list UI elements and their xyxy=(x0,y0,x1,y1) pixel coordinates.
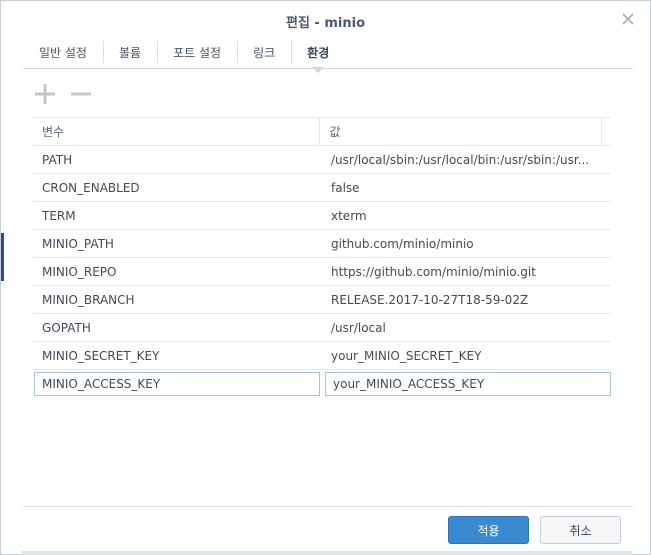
variable-cell: CRON_ENABLED xyxy=(33,174,322,201)
variable-value: RELEASE.2017-10-27T18-59-02Z xyxy=(331,292,529,307)
table-row[interactable]: MINIO_SECRET_KEY your_MINIO_SECRET_KEY xyxy=(33,342,611,370)
left-accent-bar xyxy=(1,233,4,281)
input-value: MINIO_ACCESS_KEY xyxy=(42,377,161,391)
variable-cell: MINIO_SECRET_KEY xyxy=(33,342,322,369)
table-row[interactable]: MINIO_BRANCH RELEASE.2017-10-27T18-59-02… xyxy=(33,286,611,314)
column-header-variable[interactable]: 변수 xyxy=(33,118,321,145)
button-label: 취소 xyxy=(569,523,592,538)
tab-label: 일반 설정 xyxy=(39,45,87,60)
variable-name: MINIO_REPO xyxy=(42,264,117,279)
value-cell: /usr/local/sbin:/usr/local/bin:/usr/sbin… xyxy=(322,146,611,173)
column-header-value[interactable]: 값 xyxy=(320,118,602,145)
table-row[interactable]: CRON_ENABLED false xyxy=(33,174,611,202)
tab-label: 포트 설정 xyxy=(173,45,222,60)
variable-value: https://github.com/minio/minio.git xyxy=(331,264,536,279)
value-cell: xterm xyxy=(322,202,611,229)
variable-value: /usr/local/sbin:/usr/local/bin:/usr/sbin… xyxy=(331,152,590,167)
variable-cell: GOPATH xyxy=(33,314,322,341)
tab-links[interactable]: 링크 xyxy=(237,37,291,67)
variable-cell: MINIO_PATH xyxy=(33,230,322,257)
tab-general-settings[interactable]: 일반 설정 xyxy=(23,37,103,67)
table-row[interactable]: TERM xterm xyxy=(33,202,611,230)
variable-value: your_MINIO_SECRET_KEY xyxy=(331,348,482,363)
variable-cell: MINIO_BRANCH xyxy=(33,286,322,313)
tab-environment[interactable]: 환경 xyxy=(291,37,345,73)
table-row[interactable]: PATH /usr/local/sbin:/usr/local/bin:/usr… xyxy=(33,146,611,174)
toolbar xyxy=(33,83,105,105)
apply-button[interactable]: 적용 xyxy=(448,516,529,544)
footer-divider xyxy=(23,506,633,507)
variable-cell: PATH xyxy=(33,146,322,173)
variable-value: false xyxy=(331,180,360,195)
title-bar: 편집 - minio xyxy=(1,1,650,37)
tab-volume[interactable]: 볼륨 xyxy=(102,37,157,67)
table-row[interactable]: MINIO_REPO https://github.com/minio/mini… xyxy=(33,258,611,286)
variable-name: CRON_ENABLED xyxy=(42,180,140,195)
variable-name: MINIO_BRANCH xyxy=(42,292,135,307)
value-cell: github.com/minio/minio xyxy=(322,230,611,257)
variable-name-input[interactable]: MINIO_ACCESS_KEY xyxy=(34,372,320,396)
variable-name: PATH xyxy=(42,152,73,167)
header-label: 값 xyxy=(329,125,341,139)
variable-value: xterm xyxy=(331,208,367,223)
value-cell: RELEASE.2017-10-27T18-59-02Z xyxy=(322,286,611,313)
variable-cell: MINIO_REPO xyxy=(33,258,322,285)
input-value: your_MINIO_ACCESS_KEY xyxy=(333,377,485,391)
variable-name: GOPATH xyxy=(42,320,91,335)
tab-label: 환경 xyxy=(307,45,330,60)
editing-row: MINIO_ACCESS_KEY your_MINIO_ACCESS_KEY xyxy=(33,370,611,398)
value-cell: https://github.com/minio/minio.git xyxy=(322,258,611,285)
table-header: 변수 값 xyxy=(33,118,611,146)
minus-icon[interactable] xyxy=(69,83,93,105)
plus-icon[interactable] xyxy=(33,83,57,105)
table-row[interactable]: GOPATH /usr/local xyxy=(33,314,611,342)
column-header-filler xyxy=(602,118,611,145)
variable-name: TERM xyxy=(42,208,76,223)
button-label: 적용 xyxy=(477,523,500,538)
edit-dialog: 편집 - minio 일반 설정 볼륨 포트 설정 링크 환경 변수 값 PAT… xyxy=(0,0,651,555)
value-cell: /usr/local xyxy=(322,314,611,341)
tab-bar: 일반 설정 볼륨 포트 설정 링크 환경 xyxy=(23,37,345,73)
value-cell: your_MINIO_SECRET_KEY xyxy=(322,342,611,369)
close-icon[interactable] xyxy=(620,11,636,27)
environment-table: 변수 값 PATH /usr/local/sbin:/usr/local/bin… xyxy=(33,117,611,398)
variable-value-input[interactable]: your_MINIO_ACCESS_KEY xyxy=(325,372,611,396)
variable-name: MINIO_SECRET_KEY xyxy=(42,348,160,363)
bottom-accent-bar xyxy=(22,551,632,555)
tab-label: 볼륨 xyxy=(118,45,142,60)
header-label: 변수 xyxy=(42,125,65,139)
cancel-button[interactable]: 취소 xyxy=(540,516,621,544)
variable-value: /usr/local xyxy=(331,320,386,335)
table-row[interactable]: MINIO_PATH github.com/minio/minio xyxy=(33,230,611,258)
variable-value: github.com/minio/minio xyxy=(331,236,474,251)
dialog-title: 편집 - minio xyxy=(285,16,365,31)
variable-cell: TERM xyxy=(33,202,322,229)
tab-label: 링크 xyxy=(253,45,276,60)
tab-port-settings[interactable]: 포트 설정 xyxy=(157,37,237,67)
variable-name: MINIO_PATH xyxy=(42,236,114,251)
tab-divider xyxy=(23,68,633,69)
value-cell: false xyxy=(322,174,611,201)
